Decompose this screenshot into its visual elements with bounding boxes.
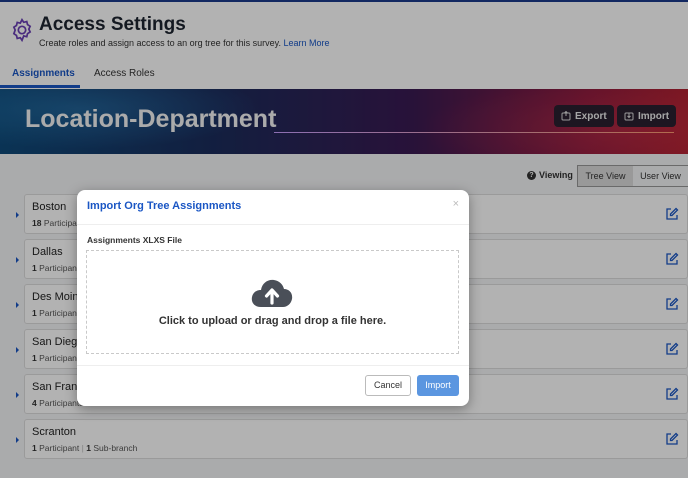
modal-title: Import Org Tree Assignments: [87, 200, 242, 212]
file-field-label: Assignments XLXS File: [87, 235, 182, 245]
dropzone-text: Click to upload or drag and drop a file …: [158, 315, 387, 327]
file-dropzone[interactable]: Click to upload or drag and drop a file …: [86, 250, 459, 354]
close-icon[interactable]: ×: [453, 198, 459, 210]
import-modal: Import Org Tree Assignments × Assignment…: [77, 190, 469, 406]
modal-footer-divider: [77, 365, 469, 366]
cancel-button[interactable]: Cancel: [365, 375, 411, 396]
cloud-upload-icon: [251, 279, 293, 307]
modal-divider: [77, 224, 469, 225]
import-button[interactable]: Import: [417, 375, 459, 396]
